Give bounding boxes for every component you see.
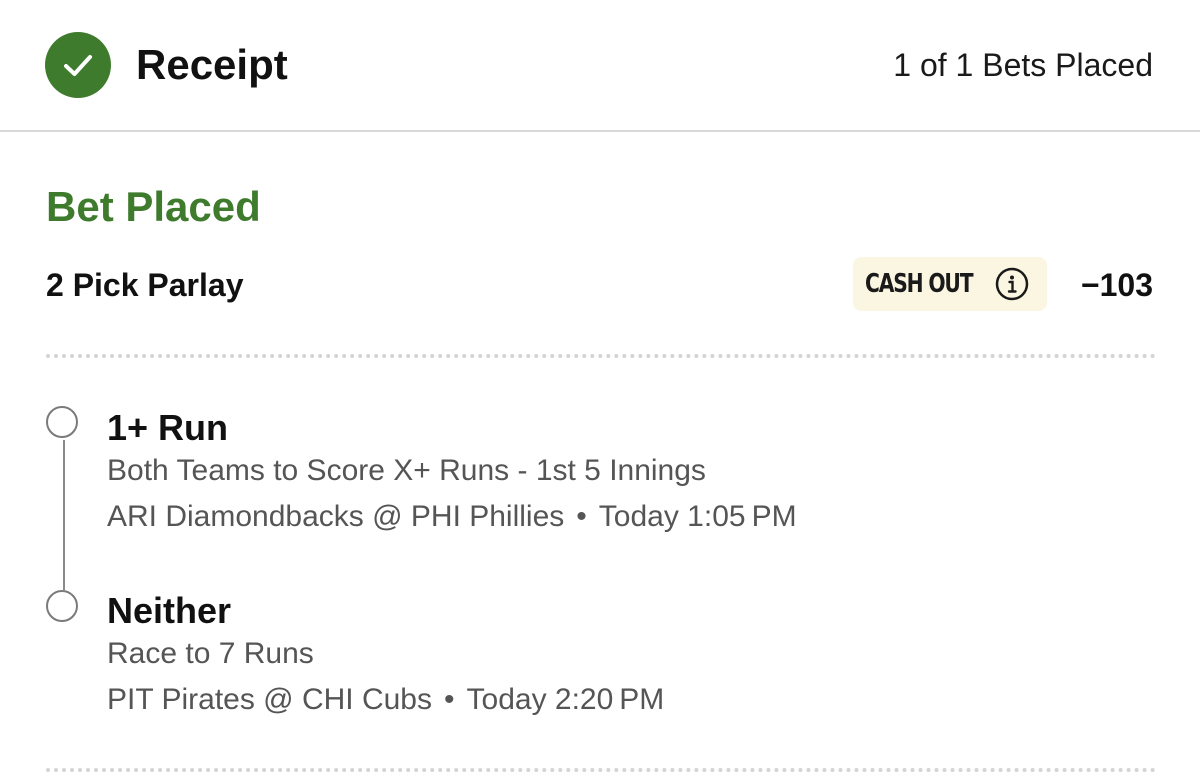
parlay-odds: −103 xyxy=(1080,267,1153,303)
leg-matchup: PIT Pirates @ CHI Cubs xyxy=(107,683,432,716)
divider xyxy=(46,354,1156,358)
leg-event: PIT Pirates @ CHI Cubs • Today 2:20 PM xyxy=(107,680,664,720)
receipt-screen: Receipt 1 of 1 Bets Placed Bet Placed 2 … xyxy=(0,0,1200,773)
leg-start-time: Today 2:20 PM xyxy=(466,683,665,716)
cash-out-label: CASH OUT xyxy=(865,269,974,299)
bets-placed-count: 1 of 1 Bets Placed xyxy=(893,47,1153,83)
leg-market: Race to 7 Runs xyxy=(107,637,314,670)
page-title: Receipt xyxy=(136,41,288,88)
bet-status: Bet Placed xyxy=(46,183,261,230)
leg-status-circle-icon xyxy=(46,406,78,438)
leg-matchup: ARI Diamondbacks @ PHI Phillies xyxy=(107,500,565,533)
info-icon[interactable] xyxy=(995,267,1029,301)
receipt-header: Receipt 1 of 1 Bets Placed xyxy=(0,0,1200,132)
leg-status-circle-icon xyxy=(46,590,78,622)
leg-separator: • xyxy=(444,683,455,716)
leg-start-time: Today 1:05 PM xyxy=(598,500,797,533)
leg-pick: 1+ Run xyxy=(107,407,229,448)
divider xyxy=(46,768,1156,772)
check-circle-icon xyxy=(45,32,111,98)
bet-type: 2 Pick Parlay xyxy=(46,267,244,303)
leg-pick: Neither xyxy=(107,590,232,631)
leg-timeline xyxy=(63,440,65,590)
leg-separator: • xyxy=(576,500,587,533)
leg-event: ARI Diamondbacks @ PHI Phillies • Today 1:… xyxy=(107,497,797,537)
cash-out-button[interactable]: CASH OUT xyxy=(853,257,1047,311)
leg-market: Both Teams to Score X+ Runs - 1st 5 Inni… xyxy=(107,454,706,487)
